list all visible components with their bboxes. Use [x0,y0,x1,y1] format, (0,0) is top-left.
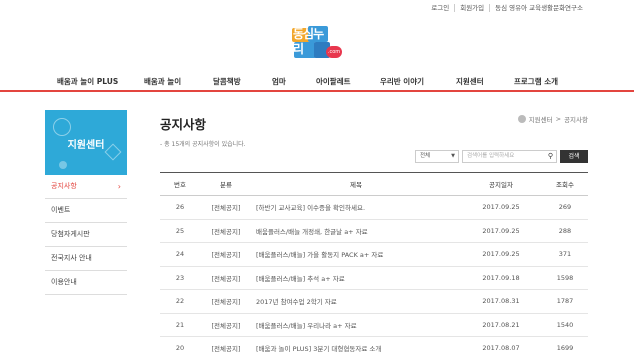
header-views: 조회수 [542,172,588,196]
cell-title-link[interactable]: [배움플러스/배늘] 추석 a+ 자료 [252,266,460,290]
sidebar-item-guide[interactable]: 이용안내 [45,271,127,295]
cell-category: [전체공지] [200,336,252,360]
top-bar: 로그인 회원가입 동심 영유아 교육생활문화연구소 [0,0,634,16]
table-row[interactable]: 20 [전체공지] [배움과 놀이 PLUS] 3분기 대형협동자료 소개 20… [160,336,588,360]
cell-title-link[interactable]: [배움과 놀이 PLUS] 3분기 대형협동자료 소개 [252,336,460,360]
signup-link[interactable]: 회원가입 [454,4,489,12]
notice-count: - 총 15개의 공지사항이 있습니다. [160,141,246,148]
sidebar-item-branches[interactable]: 전국지사 안내 [45,247,127,271]
nav-item-mom[interactable]: 엄마 [272,76,286,87]
breadcrumb: 지원센터 > 공지사항 [517,114,588,124]
nav-item-program[interactable]: 프로그램 소개 [514,76,558,87]
top-links: 로그인 회원가입 동심 영유아 교육생활문화연구소 [426,4,588,12]
sidebar-item-label: 당첨자게시판 [51,230,90,238]
cell-title-link[interactable]: [하반기 교사교육] 이수증을 확인하세요. [252,195,460,220]
home-icon[interactable] [517,115,526,123]
cell-category: [전체공지] [200,195,252,220]
cell-number: 23 [160,266,200,290]
cell-number: 26 [160,195,200,220]
sidebar-item-winners[interactable]: 당첨자게시판 [45,223,127,247]
sidebar-item-label: 이용안내 [51,278,77,286]
cell-title-link[interactable]: [배움플러스/배늘] 가을 활동지 PACK a+ 자료 [252,242,460,267]
table-row[interactable]: 23 [전체공지] [배움플러스/배늘] 추석 a+ 자료 2017.09.18… [160,266,588,290]
chevron-right-icon: › [117,182,121,191]
table-row[interactable]: 21 [전체공지] [배움플러스/배늘] 우리나라 a+ 자료 2017.08.… [160,313,588,337]
sidebar-item-label: 공지사항 [51,182,77,190]
nav-item-play[interactable]: 배움과 놀이 [144,76,181,87]
nav-item-class-story[interactable]: 우리반 이야기 [380,76,424,87]
sidebar-item-label: 이벤트 [51,206,71,214]
cell-category: [전체공지] [200,289,252,314]
header-date: 공지일자 [460,172,542,196]
breadcrumb-item[interactable]: 공지사항 [564,114,588,124]
breadcrumb-separator: > [555,115,562,123]
cell-number: 25 [160,219,200,243]
cell-number: 22 [160,289,200,314]
cell-number: 21 [160,313,200,337]
cell-views: 1787 [542,289,588,314]
search-placeholder: 검색어를 입력하세요 [467,153,515,159]
table-row[interactable]: 25 [전체공지] 배움플러스/배늘 개정쇄, 한글날 a+ 자료 2017.0… [160,219,588,243]
notice-table: 번호 분류 제목 공지일자 조회수 26 [전체공지] [하반기 교사교육] 이… [160,172,588,360]
cell-date: 2017.08.21 [460,313,542,337]
cell-date: 2017.08.31 [460,289,542,314]
chevron-down-icon: ▼ [451,153,455,159]
cell-category: [전체공지] [200,266,252,290]
cell-date: 2017.09.25 [460,219,542,243]
cell-category: [전체공지] [200,242,252,267]
page-title: 공지사항 [160,117,207,132]
nav-item-support[interactable]: 지원센터 [456,76,484,87]
cell-category: [전체공지] [200,219,252,243]
sidebar-item-label: 전국지사 안내 [51,254,92,262]
site-logo[interactable]: 동심누리 .com [290,24,344,62]
cell-title-link[interactable]: 2017년 참여수업 2학기 자료 [252,289,460,314]
decor-dot [59,161,67,169]
cell-date: 2017.09.25 [460,242,542,267]
sidebar-title: 지원센터 [67,140,105,151]
sidebar: 지원센터 공지사항 › 이벤트 당첨자게시판 전국지사 안내 이용안내 [45,110,127,295]
search-icon[interactable]: ⚲ [548,151,553,162]
table-row[interactable]: 24 [전체공지] [배움플러스/배늘] 가을 활동지 PACK a+ 자료 2… [160,242,588,267]
table-row[interactable]: 26 [전체공지] [하반기 교사교육] 이수증을 확인하세요. 2017.09… [160,195,588,220]
sidebar-item-event[interactable]: 이벤트 [45,199,127,223]
select-value: 전체 [420,153,431,159]
decor-circle [53,118,71,136]
search-button[interactable]: 검색 [560,150,588,163]
breadcrumb-item[interactable]: 지원센터 [529,114,553,124]
logo-badge: .com [326,46,342,58]
institute-link[interactable]: 동심 영유아 교육생활문화연구소 [489,4,588,12]
cell-title-link[interactable]: 배움플러스/배늘 개정쇄, 한글날 a+ 자료 [252,219,460,243]
header-category: 분류 [200,172,252,196]
cell-category: [전체공지] [200,313,252,337]
sidebar-header: 지원센터 [45,110,127,175]
cell-title-link[interactable]: [배움플러스/배늘] 우리나라 a+ 자료 [252,313,460,337]
nav-item-palette[interactable]: 아이팔레트 [316,76,351,87]
cell-date: 2017.09.25 [460,195,542,220]
cell-views: 288 [542,219,588,243]
table-header-row: 번호 분류 제목 공지일자 조회수 [160,172,588,196]
login-link[interactable]: 로그인 [426,4,454,12]
search-category-select[interactable]: 전체 ▼ [415,150,459,163]
main-navigation: 배움과 놀이 PLUS 배움과 놀이 달콤책방 엄마 아이팔레트 우리반 이야기… [0,70,634,92]
sidebar-item-notice[interactable]: 공지사항 › [45,175,127,199]
cell-number: 24 [160,242,200,267]
cell-date: 2017.08.07 [460,336,542,360]
search-input[interactable]: 검색어를 입력하세요 ⚲ [462,150,557,163]
header-title: 제목 [252,172,460,196]
cell-views: 1598 [542,266,588,290]
nav-item-bookstore[interactable]: 달콤책방 [213,76,241,87]
cell-views: 1540 [542,313,588,337]
cell-views: 1699 [542,336,588,360]
cell-views: 371 [542,242,588,267]
table-row[interactable]: 22 [전체공지] 2017년 참여수업 2학기 자료 2017.08.31 1… [160,289,588,314]
search-bar: 전체 ▼ 검색어를 입력하세요 ⚲ 검색 [415,150,588,163]
cell-views: 269 [542,195,588,220]
cell-date: 2017.09.18 [460,266,542,290]
header-number: 번호 [160,172,200,196]
cell-number: 20 [160,336,200,360]
nav-item-plus[interactable]: 배움과 놀이 PLUS [57,76,118,87]
